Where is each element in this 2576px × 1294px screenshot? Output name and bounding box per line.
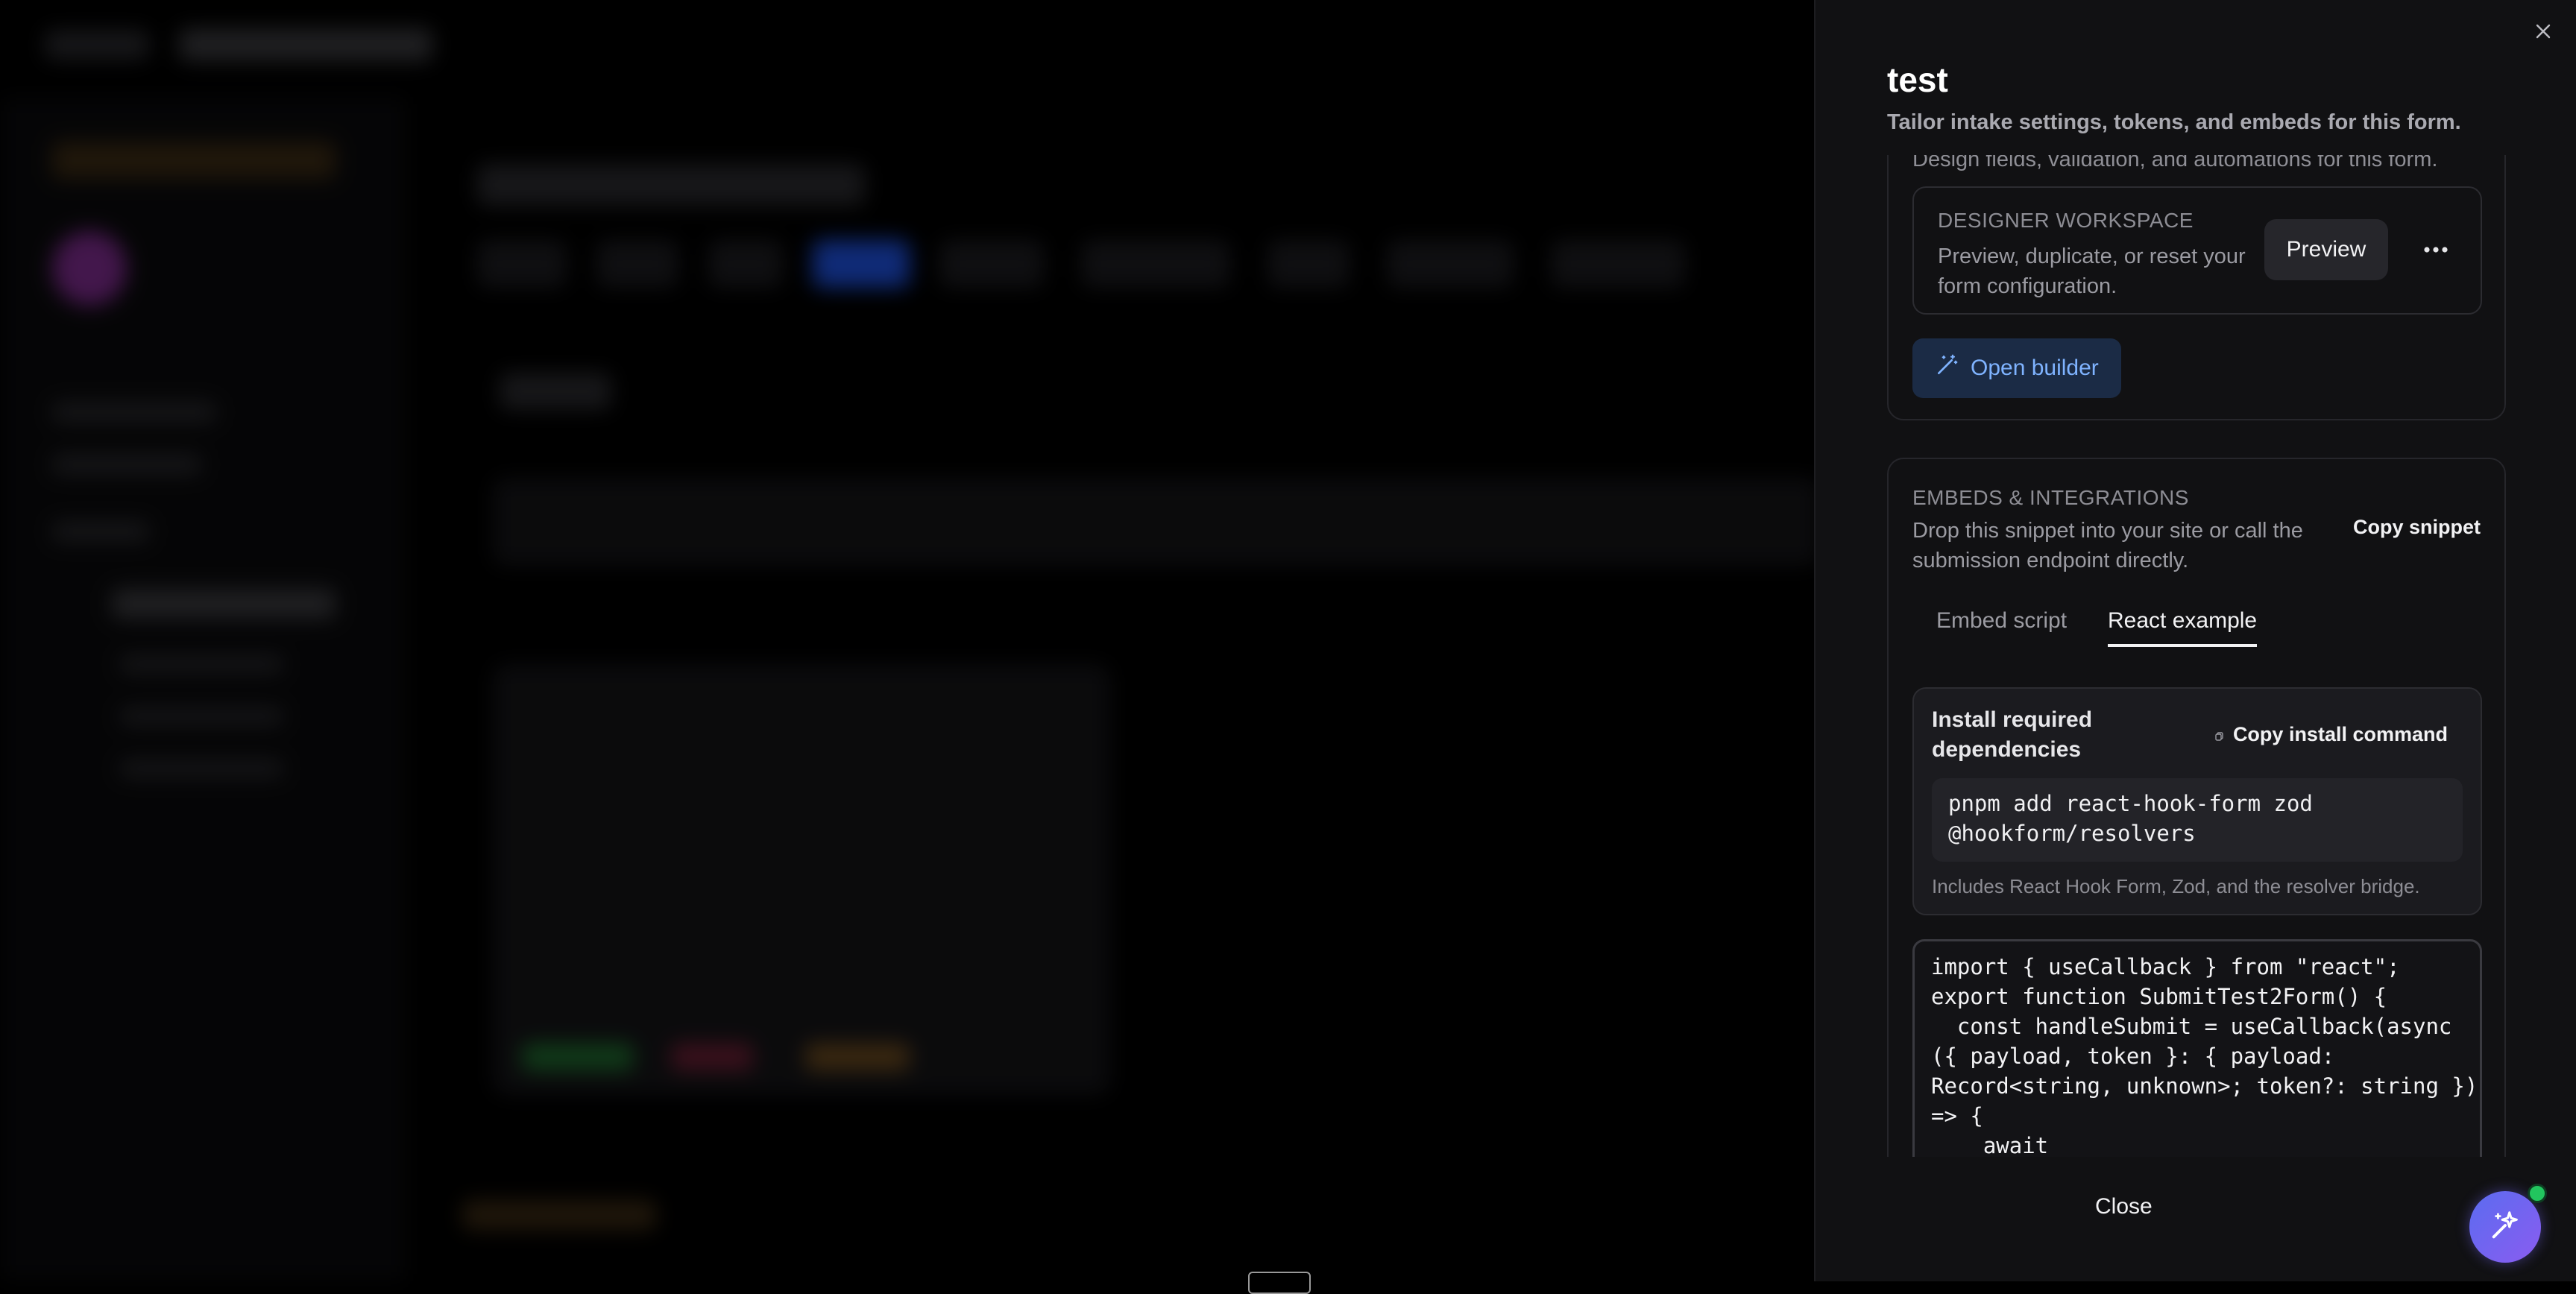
- more-horizontal-icon[interactable]: [2406, 219, 2466, 280]
- bg-nav-1: [52, 403, 216, 422]
- drawer-title: test: [1887, 60, 1948, 99]
- bg-banner: [492, 477, 1819, 566]
- bg-search: [179, 28, 432, 61]
- drawer-subtitle: Tailor intake settings, tokens, and embe…: [1887, 110, 2461, 134]
- copy-icon: [2215, 723, 2224, 746]
- bg-tab-active: [813, 240, 910, 288]
- close-button[interactable]: Close: [2095, 1194, 2153, 1219]
- bg-tab: [477, 240, 567, 288]
- bg-nav-active: [112, 589, 336, 619]
- install-title: Install required dependencies: [1932, 707, 2093, 762]
- drawer-scroll-area[interactable]: Design fields, validation, and automatio…: [1816, 155, 2576, 1157]
- copy-snippet-button[interactable]: Copy snippet: [2353, 508, 2481, 546]
- designer-workspace-card: DESIGNER WORKSPACE Preview, duplicate, o…: [1912, 186, 2482, 315]
- install-dependencies-card: Install required dependencies Copy insta…: [1912, 687, 2482, 915]
- bg-workspace: [52, 142, 336, 179]
- bg-nav-3: [52, 522, 149, 541]
- tab-react-example[interactable]: React example: [2108, 608, 2258, 647]
- bg-tab: [1551, 240, 1685, 288]
- assistant-button[interactable]: [2469, 1191, 2541, 1263]
- bg-tab: [1267, 240, 1350, 288]
- bg-nav-4: [119, 656, 283, 672]
- bg-tab: [939, 240, 1044, 288]
- bg-sidebar: [0, 97, 404, 1281]
- bg-card: [492, 663, 1111, 1096]
- bg-tab: [1387, 240, 1514, 288]
- sparkles-icon: [2488, 1208, 2522, 1246]
- wand-icon: [1935, 353, 1959, 383]
- bg-nav-5: [119, 708, 283, 725]
- workspace-heading: DESIGNER WORKSPACE: [1938, 209, 2194, 232]
- bg-chip: [671, 1044, 753, 1070]
- bg-heading: [500, 373, 611, 410]
- bg-tab: [708, 240, 783, 288]
- tab-embed-script[interactable]: Embed script: [1936, 608, 2067, 644]
- bg-chip: [805, 1044, 910, 1070]
- designer-section: Design fields, validation, and automatio…: [1887, 155, 2506, 420]
- bg-tab: [1081, 240, 1230, 288]
- bg-chip: [522, 1044, 634, 1070]
- bg-nav-6: [119, 760, 283, 777]
- bg-avatar: [52, 231, 127, 306]
- bg-page-title: [477, 164, 865, 206]
- install-note: Includes React Hook Form, Zod, and the r…: [1932, 875, 2420, 897]
- bg-scroll-handle: [1248, 1272, 1311, 1294]
- background-app-blurred: [0, 0, 1819, 1281]
- preview-button[interactable]: Preview: [2264, 219, 2388, 280]
- bg-tab: [596, 240, 678, 288]
- designer-description: Design fields, validation, and automatio…: [1912, 155, 2438, 171]
- install-command-code: pnpm add react-hook-form zod @hookform/r…: [1932, 778, 2463, 862]
- embeds-description: Drop this snippet into your site or call…: [1912, 519, 2303, 572]
- copy-install-label: Copy install command: [2232, 723, 2448, 745]
- bg-nav-2: [52, 455, 201, 474]
- embeds-section: EMBEDS & INTEGRATIONS Drop this snippet …: [1887, 458, 2506, 1157]
- open-builder-button[interactable]: Open builder: [1912, 338, 2121, 398]
- open-builder-label: Open builder: [1971, 356, 2099, 380]
- embeds-heading: EMBEDS & INTEGRATIONS: [1912, 486, 2189, 509]
- close-icon[interactable]: [2528, 16, 2558, 46]
- form-settings-drawer: test Tailor intake settings, tokens, and…: [1814, 0, 2576, 1281]
- copy-install-command-button[interactable]: Copy install command: [2215, 723, 2448, 746]
- react-example-code[interactable]: import { useCallback } from "react"; exp…: [1912, 939, 2482, 1157]
- bg-footer: [462, 1200, 656, 1230]
- drawer-footer: [1816, 1157, 2576, 1281]
- status-dot: [2528, 1184, 2547, 1203]
- workspace-description: Preview, duplicate, or reset your form c…: [1938, 244, 2246, 298]
- bg-logo: [45, 30, 149, 60]
